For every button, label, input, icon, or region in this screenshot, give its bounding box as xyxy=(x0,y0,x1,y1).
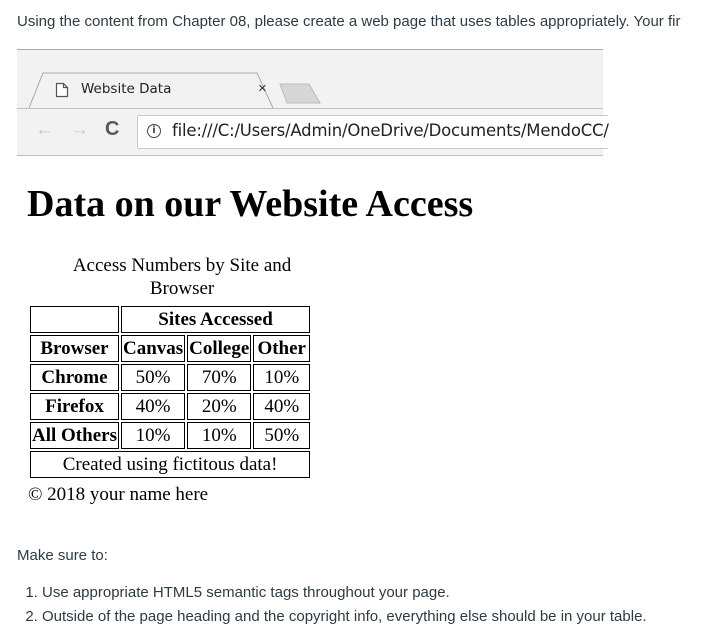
table-row: Chrome 50% 70% 10% xyxy=(30,364,311,391)
table-caption: Access Numbers by Site and Browser xyxy=(72,255,292,299)
requirement-item: Outside of the page heading and the copy… xyxy=(42,605,647,629)
tab-title: Website Data xyxy=(81,81,172,97)
column-header-other: Other xyxy=(253,335,311,362)
reload-icon[interactable]: C xyxy=(105,119,119,139)
browser-toolbar: ← → C i file:///C:/Users/Admin/OneDrive/… xyxy=(17,108,609,155)
copyright-text: © 2018 your name here xyxy=(28,484,209,505)
table-footer: Created using fictitous data! xyxy=(30,451,311,478)
table-row: Firefox 40% 20% 40% xyxy=(30,393,311,420)
row-header: Firefox xyxy=(30,393,119,420)
info-icon[interactable]: i xyxy=(147,124,161,138)
table-cell: 40% xyxy=(253,393,311,420)
address-bar[interactable]: i file:///C:/Users/Admin/OneDrive/Docume… xyxy=(137,115,609,149)
page-heading: Data on our Website Access xyxy=(27,183,474,225)
url-text[interactable]: file:///C:/Users/Admin/OneDrive/Document… xyxy=(172,121,609,140)
table-cell: 50% xyxy=(120,364,186,391)
browser-screenshot: Website Data × ← → C i file:///C:/Users/… xyxy=(17,49,609,156)
close-tab-icon[interactable]: × xyxy=(258,80,267,97)
table-cell: 70% xyxy=(187,364,252,391)
table-cell: 50% xyxy=(253,422,311,449)
row-header: Chrome xyxy=(30,364,119,391)
new-tab-button[interactable] xyxy=(279,83,323,110)
table-footer-row: Created using fictitous data! xyxy=(30,451,311,478)
document-icon xyxy=(55,82,69,98)
row-header: All Others xyxy=(30,422,119,449)
column-header-college: College xyxy=(187,335,252,362)
forward-arrow-icon[interactable]: → xyxy=(70,120,89,139)
empty-corner-cell xyxy=(30,306,119,333)
requirements-list: Use appropriate HTML5 semantic tags thro… xyxy=(4,581,647,629)
column-header-row: Browser Canvas College Other xyxy=(30,335,311,362)
back-arrow-icon[interactable]: ← xyxy=(35,120,54,139)
tab-strip: Website Data × xyxy=(17,50,603,110)
table-row: All Others 10% 10% 50% xyxy=(30,422,311,449)
table-cell: 10% xyxy=(120,422,186,449)
table-cell: 10% xyxy=(253,364,311,391)
table-cell: 40% xyxy=(120,393,186,420)
group-header-row: Sites Accessed xyxy=(30,306,311,333)
sites-accessed-header: Sites Accessed xyxy=(120,306,311,333)
browser-tab-website-data[interactable]: Website Data × xyxy=(29,72,279,109)
requirement-item: Use appropriate HTML5 semantic tags thro… xyxy=(42,581,647,605)
browser-column-header: Browser xyxy=(30,335,119,362)
table-cell: 20% xyxy=(187,393,252,420)
table-cell: 10% xyxy=(187,422,252,449)
access-data-table: Access Numbers by Site and Browser Sites… xyxy=(27,254,313,481)
column-header-canvas: Canvas xyxy=(120,335,186,362)
assignment-intro: Using the content from Chapter 08, pleas… xyxy=(17,13,681,30)
make-sure-label: Make sure to: xyxy=(17,547,108,564)
